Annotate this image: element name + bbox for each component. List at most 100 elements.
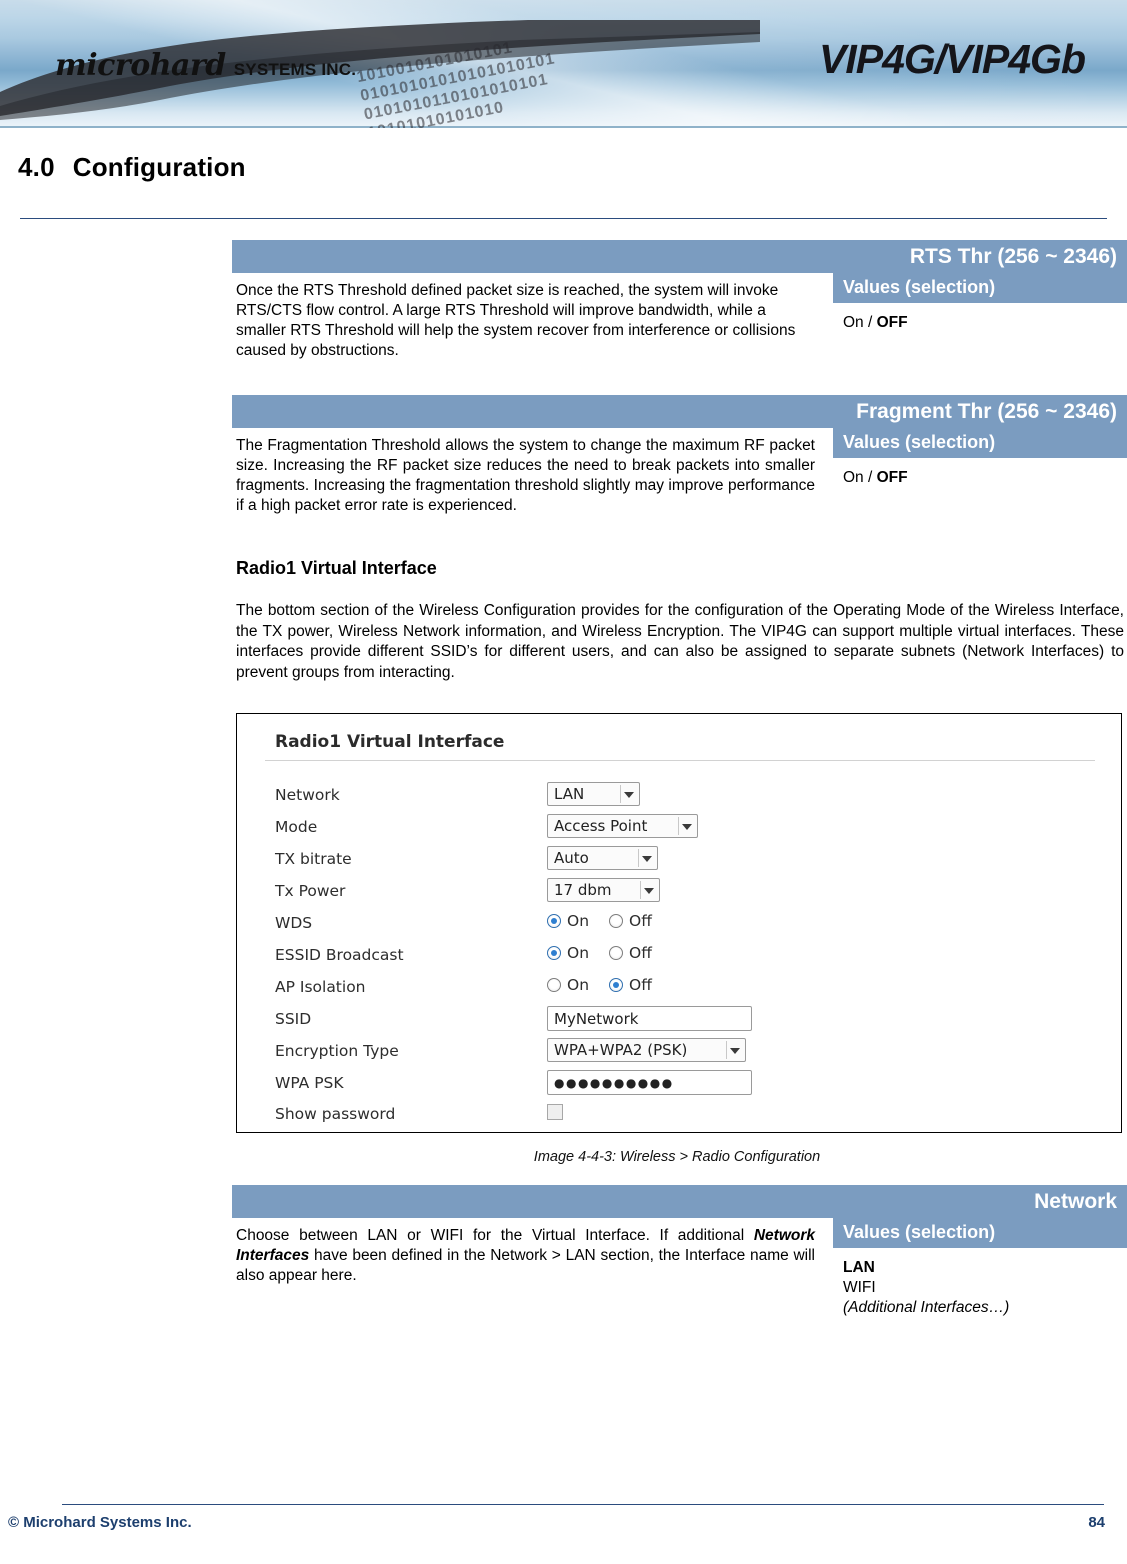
param-block-network: Network Choose between LAN or WIFI for t… [232, 1185, 1127, 1318]
param-title-fragment-thr: Fragment Thr (256 ~ 2346) [232, 395, 1127, 428]
network-desc-part2: have been defined in the Network > LAN s… [236, 1247, 815, 1284]
values-list-rts-thr: On / OFF [833, 303, 1127, 333]
mode-select-value: Access Point [554, 817, 648, 835]
field-label-wpa-psk: WPA PSK [275, 1074, 344, 1092]
main-content: RTS Thr (256 ~ 2346) Once the RTS Thresh… [232, 240, 1127, 1318]
field-label-tx-power: Tx Power [275, 882, 346, 900]
block-spacer-1 [232, 367, 1127, 395]
values-header-rts-thr: Values (selection) [833, 273, 1127, 303]
network-desc-part1: Choose between LAN or WIFI for the Virtu… [236, 1227, 754, 1244]
essid-on-radio[interactable] [547, 946, 561, 960]
field-label-show-password: Show password [275, 1105, 396, 1123]
chevron-down-icon [642, 856, 652, 862]
product-model-title: VIP4G/VIP4Gb [819, 36, 1086, 82]
ap-isolation-on-label: On [567, 976, 590, 994]
param-description-rts-thr: Once the RTS Threshold defined packet si… [236, 282, 796, 359]
essid-on-label: On [567, 944, 590, 962]
network-select-value: LAN [554, 785, 585, 803]
tx-bitrate-select-value: Auto [554, 849, 589, 867]
network-select[interactable]: LAN [547, 782, 640, 806]
logo-wordmark: microhard [55, 48, 226, 83]
encryption-type-select[interactable]: WPA+WPA2 (PSK) [547, 1038, 746, 1062]
field-label-network: Network [275, 786, 340, 804]
paragraph-radio1-virtual-interface: The bottom section of the Wireless Confi… [236, 602, 1124, 681]
field-label-mode: Mode [275, 818, 318, 836]
chevron-down-icon [644, 888, 654, 894]
wds-on-label: On [567, 912, 590, 930]
field-label-wds: WDS [275, 914, 313, 932]
encryption-select-divider [726, 1041, 727, 1059]
field-label-ap-isolation: AP Isolation [275, 978, 366, 996]
value-on-fragment: On / [843, 469, 877, 486]
wds-off-label: Off [629, 912, 652, 930]
field-label-ssid: SSID [275, 1010, 312, 1028]
ap-isolation-radio-group[interactable]: On Off [547, 976, 652, 994]
network-select-divider [620, 785, 621, 803]
ap-isolation-off-radio[interactable] [609, 978, 624, 992]
section-number: 4.0 [18, 152, 55, 182]
essid-radio-group[interactable]: On Off [547, 944, 652, 962]
value-off-rts: OFF [876, 314, 908, 331]
param-description-fragment-thr: The Fragmentation Threshold allows the s… [236, 437, 815, 514]
param-body-rts-thr: Once the RTS Threshold defined packet si… [232, 273, 1127, 367]
field-label-encryption-type: Encryption Type [275, 1042, 399, 1060]
network-value-wifi: WIFI [843, 1279, 876, 1296]
essid-off-label: Off [629, 944, 652, 962]
tx-power-select-divider [640, 881, 641, 899]
page-title: 4.0 Configuration [18, 152, 246, 183]
wpa-psk-input[interactable]: ●●●●●●●●●● [547, 1070, 752, 1095]
mode-select-divider [678, 817, 679, 835]
footer-copyright: © Microhard Systems Inc. [8, 1514, 192, 1531]
value-off-fragment: OFF [876, 469, 908, 486]
param-body-fragment-thr: The Fragmentation Threshold allows the s… [232, 428, 1127, 522]
mode-select[interactable]: Access Point [547, 814, 698, 838]
chevron-down-icon [682, 824, 692, 830]
figure-panel-divider [265, 760, 1095, 761]
encryption-type-select-value: WPA+WPA2 (PSK) [554, 1041, 688, 1059]
values-list-fragment-thr: On / OFF [833, 458, 1127, 488]
param-values-rts-thr: Values (selection) On / OFF [827, 273, 1127, 367]
figure-radio1-virtual-interface: Radio1 Virtual Interface Network LAN Mod… [236, 713, 1122, 1133]
chevron-down-icon [624, 792, 634, 798]
param-block-rts-thr: RTS Thr (256 ~ 2346) Once the RTS Thresh… [232, 240, 1127, 367]
param-title-rts-thr: RTS Thr (256 ~ 2346) [232, 240, 1127, 273]
figure-caption: Image 4-4-3: Wireless > Radio Configurat… [533, 1149, 821, 1165]
section-title-text: Configuration [72, 152, 246, 182]
values-header-fragment-thr: Values (selection) [833, 428, 1127, 458]
param-values-network: Values (selection) LAN WIFI (Additional … [827, 1218, 1127, 1318]
param-body-network: Choose between LAN or WIFI for the Virtu… [232, 1218, 1127, 1318]
ssid-input[interactable]: MyNetwork [547, 1006, 752, 1031]
title-divider [20, 218, 1107, 219]
tx-power-select[interactable]: 17 dbm [547, 878, 660, 902]
ap-isolation-off-label: Off [629, 976, 652, 994]
wds-radio-group[interactable]: On Off [547, 912, 652, 930]
param-values-fragment-thr: Values (selection) On / OFF [827, 428, 1127, 522]
wds-on-radio[interactable] [547, 914, 561, 928]
footer-divider [62, 1504, 1104, 1505]
param-description-network: Choose between LAN or WIFI for the Virtu… [232, 1218, 827, 1318]
tx-bitrate-select-divider [638, 849, 639, 867]
subheading-radio1-virtual-interface: Radio1 Virtual Interface [236, 558, 437, 578]
param-block-fragment-thr: Fragment Thr (256 ~ 2346) The Fragmentat… [232, 395, 1127, 522]
footer-page-number: 84 [1088, 1514, 1105, 1531]
ap-isolation-on-radio[interactable] [547, 978, 561, 992]
field-label-essid-broadcast: ESSID Broadcast [275, 946, 404, 964]
figure-panel-title: Radio1 Virtual Interface [275, 732, 505, 752]
values-list-network: LAN WIFI (Additional Interfaces…) [833, 1248, 1127, 1318]
network-value-additional: (Additional Interfaces…) [843, 1299, 1010, 1316]
logo-subtitle: SYSTEMS INC. [233, 60, 357, 79]
param-title-network: Network [232, 1185, 1127, 1218]
page-header-banner: 1010010101010101 01010101010101010101 01… [0, 0, 1127, 128]
tx-bitrate-select[interactable]: Auto [547, 846, 658, 870]
values-header-network: Values (selection) [833, 1218, 1127, 1248]
network-value-lan: LAN [843, 1259, 875, 1276]
show-password-checkbox[interactable] [547, 1104, 563, 1120]
block-spacer-2 [232, 1165, 1127, 1185]
wds-off-radio[interactable] [609, 914, 624, 928]
tx-power-select-value: 17 dbm [554, 881, 612, 899]
field-label-tx-bitrate: TX bitrate [275, 850, 352, 868]
microhard-logo: microhard SYSTEMS INC. [55, 48, 356, 83]
value-on-rts: On / [843, 314, 877, 331]
essid-off-radio[interactable] [609, 946, 624, 960]
chevron-down-icon [730, 1048, 740, 1054]
